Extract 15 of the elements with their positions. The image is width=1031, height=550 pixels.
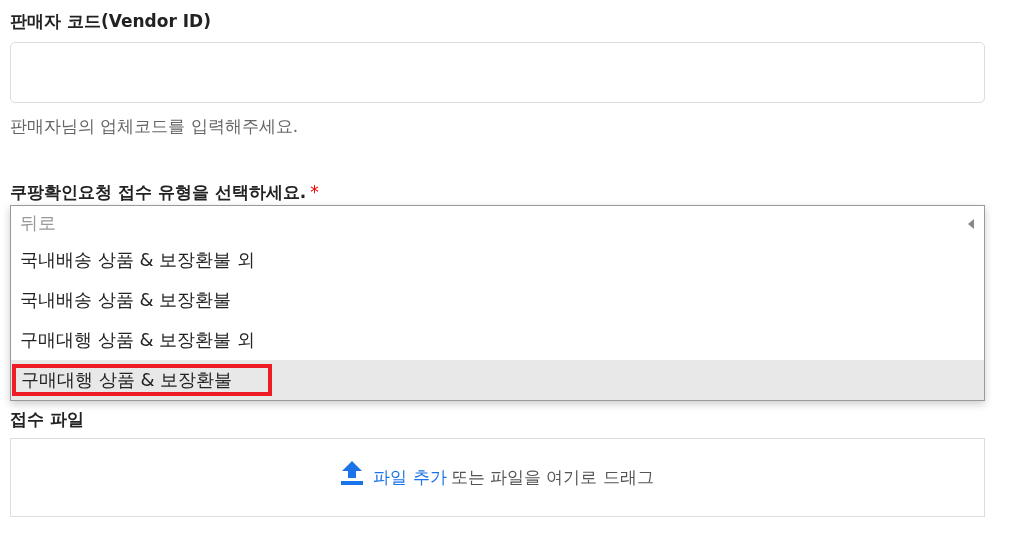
caret-icon [968,219,974,229]
help-text: 판매자님의 업체코드를 입력해주세요. [10,115,300,138]
drop-hint: 또는 파일을 여기로 드래그 [450,466,654,489]
add-file-link[interactable]: 파일 추가 [373,466,447,489]
dropdown-option[interactable]: 구매대행 상품 & 보장환불 [11,360,984,400]
vendor-id-field[interactable] [10,42,985,103]
dropdown-option[interactable]: 국내배송 상품 & 보장환불 [11,280,984,320]
field-label: 접수 파일 [10,408,85,430]
required-mark: * [310,182,319,202]
upload-icon [341,460,364,485]
field-label: 쿠팡확인요청 접수 유형을 선택하세요. [10,182,307,202]
dropdown-option[interactable]: 국내배송 상품 & 보장환불 외 [11,240,984,280]
dropdown-option[interactable]: 구매대행 상품 & 보장환불 외 [11,320,984,360]
file-drop-zone[interactable]: 파일 추가 또는 파일을 여기로 드래그 [10,438,985,517]
field-label: 판매자 코드(Vendor ID) [10,10,212,33]
